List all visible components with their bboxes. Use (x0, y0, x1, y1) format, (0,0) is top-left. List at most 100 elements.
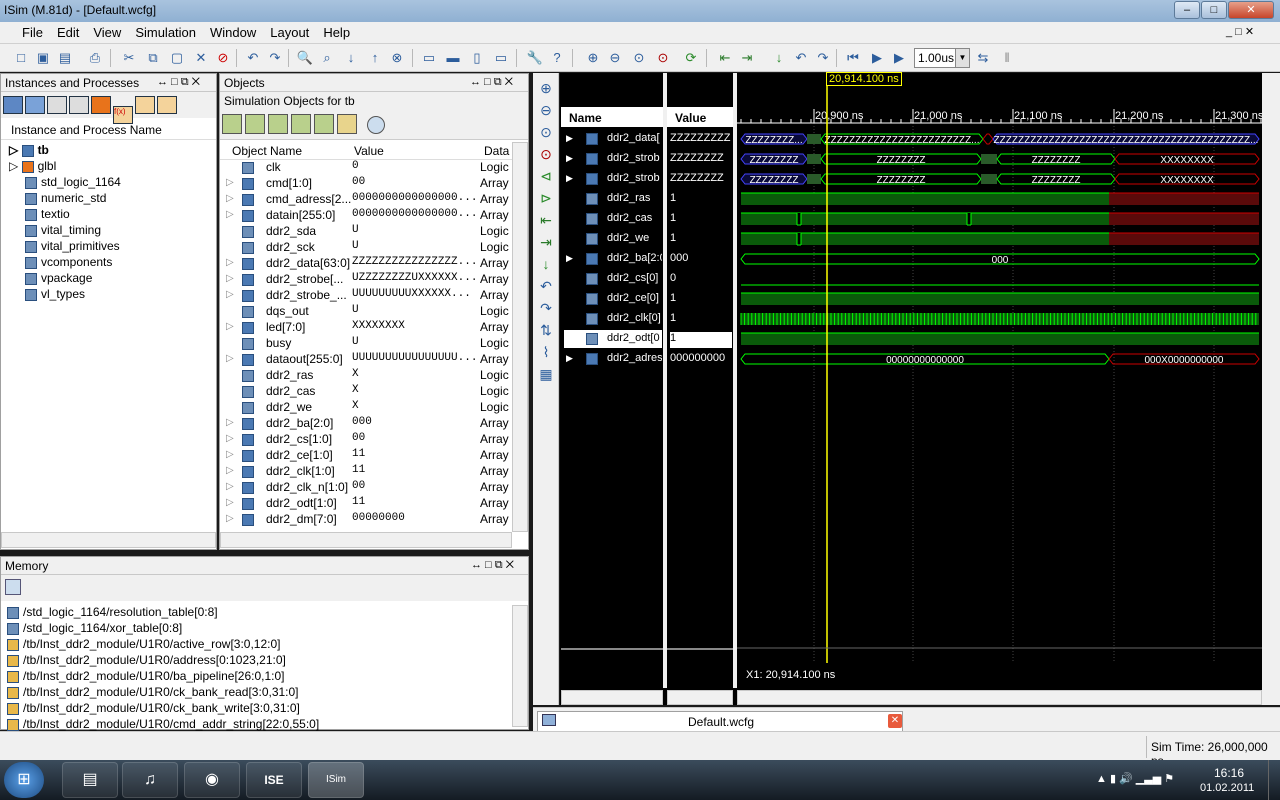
zoom-in-icon[interactable]: ⊕ (584, 49, 602, 67)
next-marker-icon[interactable]: ↷ (537, 297, 555, 319)
prev-marker-icon[interactable]: ↶ (792, 49, 810, 67)
add-marker-icon[interactable]: ↓ (537, 253, 555, 275)
goto-start-icon[interactable]: ⊲ (537, 165, 555, 187)
wave-value-header[interactable]: Value (667, 107, 733, 127)
wave-signal-name[interactable]: ddr2_cs[0] (564, 270, 662, 288)
save-icon[interactable]: ▤ (56, 49, 74, 67)
panel-controls[interactable]: ↔ □ ⧉ ✕ (471, 559, 514, 572)
help-cursor-icon[interactable]: ? (548, 49, 566, 67)
panel-controls[interactable]: ↔ □ ⧉ ✕ (157, 76, 200, 89)
object-row[interactable]: ddr2_cas X Logic (220, 384, 528, 400)
run-all-icon[interactable]: ▶ (868, 49, 886, 67)
prev-transition-icon[interactable]: ⇤ (537, 209, 555, 231)
add-marker-icon[interactable]: ↓ (770, 49, 788, 67)
firefox-icon[interactable]: ◉ (184, 762, 240, 798)
paste-icon[interactable]: ▢ (168, 49, 186, 67)
wave-signal-name[interactable]: ddr2_ras (564, 190, 662, 208)
menu-edit[interactable]: Edit (50, 22, 86, 43)
object-row[interactable]: ▷ cmd_adress[2... 0000000000000000... Ar… (220, 192, 528, 208)
memory-item[interactable]: /tb/Inst_ddr2_module/U1R0/active_row[3:0… (1, 637, 528, 653)
panel-controls[interactable]: ↔ □ ⧉ ✕ (470, 76, 513, 89)
memory-view-icon[interactable] (5, 579, 21, 595)
ise-icon[interactable]: ISE (246, 762, 302, 798)
object-row[interactable]: ddr2_sda U Logic (220, 224, 528, 240)
zoom-out-icon[interactable]: ⊖ (606, 49, 624, 67)
memory-item[interactable]: /std_logic_1164/xor_table[0:8] (1, 621, 528, 637)
pause-icon[interactable]: ‖ (998, 49, 1016, 67)
isim-icon[interactable]: ISim (308, 762, 364, 798)
instance-item[interactable]: vcomponents (1, 255, 216, 271)
instance-item[interactable]: vital_timing (1, 223, 216, 239)
filter-icon[interactable] (91, 96, 111, 114)
clear-icon[interactable]: ⊗ (388, 49, 406, 67)
menu-window[interactable]: Window (203, 22, 263, 43)
object-row[interactable]: ▷ datain[255:0] 0000000000000000... Arra… (220, 208, 528, 224)
prev-marker-icon[interactable]: ↶ (537, 275, 555, 297)
object-row[interactable]: ▷ dataout[255:0] UUUUUUUUUUUUUUUU... Arr… (220, 352, 528, 368)
settings-icon[interactable] (367, 116, 385, 134)
filter-output-icon[interactable] (245, 114, 265, 134)
close-tab-icon[interactable]: ✕ (888, 714, 902, 728)
instance-item[interactable]: vpackage (1, 271, 216, 287)
arrange-icon[interactable]: ▭ (492, 49, 510, 67)
filter-icon[interactable] (157, 96, 177, 114)
filter-inout-icon[interactable] (268, 114, 288, 134)
col-value[interactable]: Value (354, 144, 384, 158)
instance-item[interactable]: ▷ tb (1, 143, 216, 159)
object-row[interactable]: ▷ ddr2_ce[1:0] 11 Array (220, 448, 528, 464)
cascade-icon[interactable]: ▭ (420, 49, 438, 67)
filter-icon[interactable] (3, 96, 23, 114)
wave-signal-name[interactable]: ddr2_odt[0 (564, 330, 662, 348)
step-icon[interactable]: ⇆ (974, 49, 992, 67)
menu-help[interactable]: Help (316, 22, 357, 43)
wave-signal-name[interactable]: ▶ ddr2_data[ (564, 130, 662, 148)
wave-signal-name[interactable]: ddr2_we (564, 230, 662, 248)
find-icon[interactable]: 🔍 (296, 49, 314, 67)
menu-simulation[interactable]: Simulation (128, 22, 203, 43)
filter-icon[interactable] (69, 96, 89, 114)
wave-signal-name[interactable]: ▶ ddr2_ba[2:0 (564, 250, 662, 268)
object-row[interactable]: ddr2_sck U Logic (220, 240, 528, 256)
filter-icon[interactable] (47, 96, 67, 114)
restart-icon[interactable]: ⏮ (844, 49, 862, 67)
run-time-input[interactable]: 1.00us ▼ (914, 48, 970, 68)
memory-item[interactable]: /tb/Inst_ddr2_module/U1R0/ba_pipeline[26… (1, 669, 528, 685)
new-icon[interactable]: □ (12, 49, 30, 67)
object-row[interactable]: ▷ ddr2_cs[1:0] 00 Array (220, 432, 528, 448)
undo-icon[interactable]: ↶ (244, 49, 262, 67)
wave-name-header[interactable]: Name (561, 107, 663, 127)
filter-constant-icon[interactable] (314, 114, 334, 134)
explorer-icon[interactable]: ▤ (62, 762, 118, 798)
redo-icon[interactable]: ↷ (266, 49, 284, 67)
waveform-canvas[interactable]: 20,900 ns 21,000 ns 21,100 ns 21,200 ns 21,3… (737, 73, 1262, 688)
filter-icon[interactable] (25, 96, 45, 114)
next-marker-icon[interactable]: ↷ (814, 49, 832, 67)
next-transition-icon[interactable]: ⇥ (537, 231, 555, 253)
instance-item[interactable]: numeric_std (1, 191, 216, 207)
find-replace-icon[interactable]: ⌕ (318, 49, 336, 67)
down-arrow-icon[interactable]: ↓ (342, 49, 360, 67)
memory-item[interactable]: /tb/Inst_ddr2_module/U1R0/ck_bank_write[… (1, 701, 528, 717)
mdi-controls[interactable]: _ □ ✕ (1226, 25, 1254, 38)
delete-icon[interactable]: ✕ (192, 49, 210, 67)
filter-internal-icon[interactable] (291, 114, 311, 134)
tile-h-icon[interactable]: ▬ (444, 49, 462, 67)
horizontal-scrollbar[interactable] (1, 532, 216, 548)
name-scrollbar[interactable] (561, 690, 663, 705)
instance-item[interactable]: std_logic_1164 (1, 175, 216, 191)
run-for-icon[interactable]: ▶ (890, 49, 908, 67)
vertical-scrollbar[interactable] (512, 605, 528, 727)
zoom-fit-icon[interactable]: ⊙ (630, 49, 648, 67)
cut-icon[interactable]: ✂ (120, 49, 138, 67)
stop-icon[interactable]: ⊘ (214, 49, 232, 67)
wave-signal-name[interactable]: ddr2_ce[0] (564, 290, 662, 308)
next-transition-icon[interactable]: ⇥ (738, 49, 756, 67)
vertical-scrollbar[interactable] (512, 142, 528, 532)
object-row[interactable]: ▷ ddr2_clk[1:0] 11 Array (220, 464, 528, 480)
value-scrollbar[interactable] (667, 690, 733, 705)
zoom-cursor-icon[interactable]: ⊙ (654, 49, 672, 67)
col-object-name[interactable]: Object Name (232, 144, 302, 158)
zoom-out-icon[interactable]: ⊖ (537, 99, 555, 121)
object-row[interactable]: ▷ ddr2_strobe_... UUUUUUUUUXXXXXX... Arr… (220, 288, 528, 304)
zoom-in-icon[interactable]: ⊕ (537, 77, 555, 99)
